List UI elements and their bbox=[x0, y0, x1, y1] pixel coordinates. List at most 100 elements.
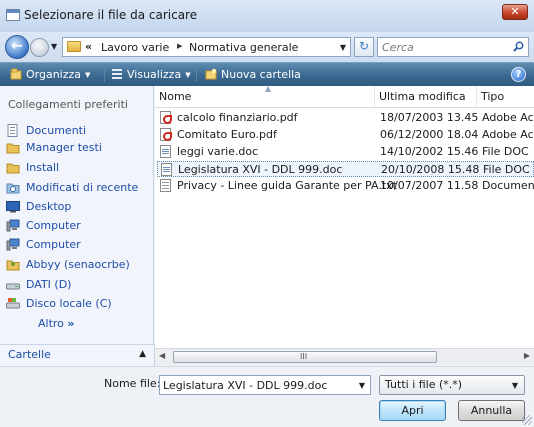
file-name: Legislatura XVI - DDL 999.doc bbox=[178, 163, 343, 176]
organize-menu[interactable]: Organizza ▼ bbox=[10, 68, 90, 81]
toolbar-separator bbox=[104, 68, 105, 82]
nav-item-dati-d[interactable]: DATI (D) bbox=[6, 276, 152, 294]
desktop-icon bbox=[6, 201, 20, 213]
refresh-button[interactable]: ↻ bbox=[354, 37, 374, 57]
folder-icon bbox=[67, 41, 81, 52]
file-open-dialog: Selezionare il file da caricare ✕ ← → ▼ … bbox=[0, 0, 534, 427]
close-button[interactable]: ✕ bbox=[502, 4, 528, 20]
nav-item-abbyy[interactable]: Abbyy (senaocrbe) bbox=[6, 256, 152, 274]
computer-icon bbox=[6, 238, 20, 251]
file-list: Nome ▲ Ultima modifica Tipo calcolo fina… bbox=[155, 84, 534, 348]
folders-toggle[interactable]: Cartelle ▲ bbox=[0, 344, 155, 366]
address-dropdown-icon[interactable]: ▼ bbox=[340, 43, 346, 52]
file-type: Adobe Acro bbox=[482, 128, 534, 141]
txt-file-icon bbox=[160, 179, 171, 192]
file-modified: 20/10/2008 15.48 bbox=[381, 163, 480, 176]
file-name: Comitato Euro.pdf bbox=[177, 128, 277, 141]
column-header-modified[interactable]: Ultima modifica bbox=[375, 86, 477, 108]
nav-item-documenti[interactable]: Documenti bbox=[6, 122, 152, 140]
computer-icon bbox=[6, 219, 20, 232]
folder-icon bbox=[6, 163, 20, 174]
recent-icon bbox=[6, 183, 20, 194]
address-row: ← → ▼ « Lavoro varie ▶ Normativa general… bbox=[0, 32, 534, 62]
nav-item-manager-testi[interactable]: Manager testi bbox=[6, 139, 152, 157]
user-folder-icon bbox=[6, 260, 20, 271]
file-name: calcolo finanziario.pdf bbox=[177, 111, 298, 124]
horizontal-scrollbar[interactable]: ◀ III ▶ bbox=[155, 348, 534, 365]
scrollbar-thumb[interactable]: III bbox=[173, 351, 437, 363]
navigation-pane: Collegamenti preferiti Documenti Manager… bbox=[0, 86, 154, 344]
back-button[interactable]: ← bbox=[5, 35, 29, 59]
address-overflow-chevron-icon[interactable]: « bbox=[85, 40, 92, 53]
file-row-selected[interactable]: Legislatura XVI - DDL 999.doc 20/10/2008… bbox=[157, 161, 534, 177]
title-bar: Selezionare il file da caricare ✕ bbox=[0, 0, 534, 32]
file-name: leggi varie.doc bbox=[177, 145, 259, 158]
file-row[interactable]: calcolo finanziario.pdf 18/07/2003 13.45… bbox=[157, 110, 534, 126]
address-bar[interactable]: « Lavoro varie ▶ Normativa generale ▼ bbox=[62, 37, 351, 57]
window-icon bbox=[6, 9, 20, 21]
file-name: Privacy - Linee guida Garante per PA.txt bbox=[177, 179, 397, 192]
nav-item-desktop[interactable]: Desktop bbox=[6, 198, 152, 216]
documents-icon bbox=[7, 124, 18, 137]
local-disk-icon bbox=[6, 298, 20, 309]
search-icon[interactable] bbox=[513, 41, 524, 52]
file-row[interactable]: leggi varie.doc 14/10/2002 15.46 File DO… bbox=[157, 144, 534, 160]
nav-item-disco-locale-c[interactable]: Disco locale (C) bbox=[6, 295, 152, 313]
help-button[interactable]: ? bbox=[511, 67, 526, 82]
chevron-down-icon[interactable]: ▼ bbox=[512, 381, 518, 390]
filetype-value: Tutti i file (*.*) bbox=[385, 378, 463, 391]
nav-item-install[interactable]: Install bbox=[6, 159, 152, 177]
column-header-name[interactable]: Nome ▲ bbox=[155, 84, 375, 108]
file-type: File DOC bbox=[482, 145, 529, 158]
file-row[interactable]: Comitato Euro.pdf 06/12/2000 18.04 Adobe… bbox=[157, 127, 534, 143]
search-input[interactable] bbox=[382, 39, 506, 55]
file-row[interactable]: Privacy - Linee guida Garante per PA.txt… bbox=[157, 178, 534, 194]
doc-file-icon bbox=[161, 163, 172, 176]
filename-input[interactable] bbox=[163, 377, 353, 393]
forward-button[interactable]: → bbox=[30, 38, 49, 57]
nav-item-computer-2[interactable]: Computer bbox=[6, 236, 152, 254]
file-modified: 06/12/2000 18.04 bbox=[380, 128, 479, 141]
toolbar-separator bbox=[196, 68, 197, 82]
breadcrumb-lavoro-varie[interactable]: Lavoro varie bbox=[101, 41, 169, 54]
more-chevron-icon: » bbox=[67, 317, 75, 330]
scrollbar-grip: III bbox=[300, 352, 308, 361]
folders-label: Cartelle bbox=[8, 348, 51, 361]
favorites-heading: Collegamenti preferiti bbox=[8, 98, 128, 111]
window-title: Selezionare il file da caricare bbox=[24, 8, 198, 22]
breadcrumb-normativa-generale[interactable]: Normativa generale bbox=[189, 41, 298, 54]
recent-pages-chevron-icon[interactable]: ▼ bbox=[51, 42, 57, 51]
view-menu[interactable]: Visualizza ▼ bbox=[111, 68, 191, 81]
pdf-file-icon bbox=[160, 128, 172, 141]
file-type: Documento bbox=[482, 179, 534, 192]
nav-item-computer[interactable]: Computer bbox=[6, 217, 152, 235]
resize-grip[interactable] bbox=[522, 415, 532, 425]
chevron-up-icon[interactable]: ▲ bbox=[139, 349, 146, 359]
breadcrumb-separator-icon[interactable]: ▶ bbox=[177, 42, 182, 50]
scroll-right-icon[interactable]: ▶ bbox=[524, 351, 530, 360]
search-box[interactable] bbox=[377, 37, 529, 57]
file-type: File DOC bbox=[483, 163, 530, 176]
folder-icon bbox=[6, 143, 20, 154]
filetype-select[interactable]: Tutti i file (*.*) ▼ bbox=[379, 375, 525, 395]
sort-ascending-icon: ▲ bbox=[265, 84, 272, 93]
organize-icon bbox=[10, 68, 22, 80]
more-links[interactable]: Altro » bbox=[38, 317, 75, 330]
new-folder-icon bbox=[205, 68, 217, 80]
filename-combobox[interactable]: ▼ bbox=[159, 375, 371, 395]
command-toolbar: Organizza ▼ Visualizza ▼ Nuova cartella ? bbox=[0, 62, 534, 86]
dialog-footer: Nome file: ▼ Tutti i file (*.*) ▼ Apri A… bbox=[0, 366, 534, 427]
drive-icon bbox=[6, 283, 20, 290]
doc-file-icon bbox=[160, 145, 171, 158]
scroll-left-icon[interactable]: ◀ bbox=[159, 351, 165, 360]
chevron-down-icon[interactable]: ▼ bbox=[359, 381, 365, 390]
new-folder-button[interactable]: Nuova cartella bbox=[205, 68, 301, 81]
file-modified: 18/07/2003 13.45 bbox=[380, 111, 479, 124]
column-header-type[interactable]: Tipo bbox=[477, 86, 534, 108]
pdf-file-icon bbox=[160, 111, 172, 124]
view-icon bbox=[112, 69, 122, 79]
file-modified: 10/07/2007 11.58 bbox=[380, 179, 479, 192]
open-button[interactable]: Apri bbox=[379, 400, 446, 421]
nav-item-modificati-di-recente[interactable]: Modificati di recente bbox=[6, 179, 152, 197]
cancel-button[interactable]: Annulla bbox=[458, 400, 525, 421]
